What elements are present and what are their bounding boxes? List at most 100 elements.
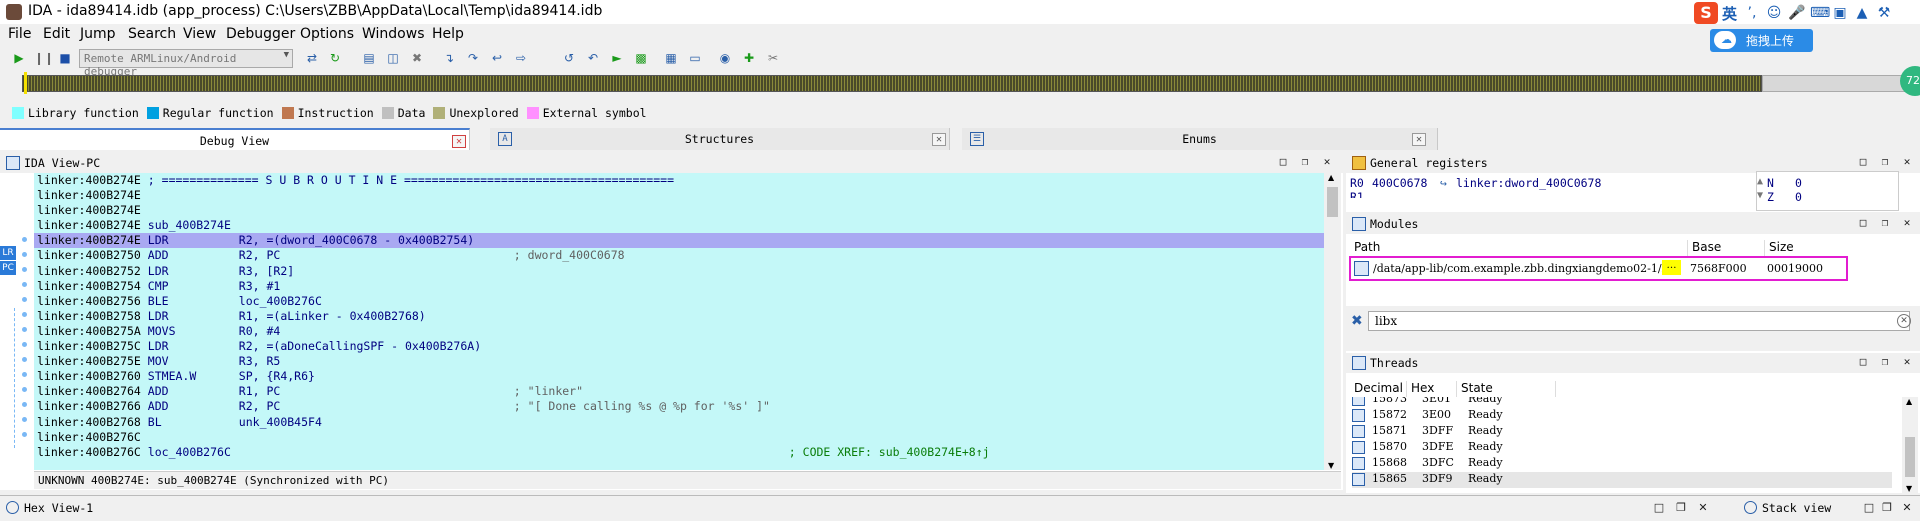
line-mnemonic[interactable]: MOV — [148, 354, 239, 369]
column-header-base[interactable]: Base — [1687, 240, 1721, 256]
modules-icon[interactable]: ▦ — [662, 49, 680, 67]
disasm-line[interactable]: linker:400B2752 LDR R3, [R2] — [34, 264, 1324, 279]
restore-icon[interactable]: ❐ — [1878, 155, 1892, 169]
float-icon[interactable]: □ — [1856, 216, 1870, 230]
line-operands[interactable]: R0, #4 — [239, 324, 281, 339]
column-header-hex[interactable]: Hex — [1406, 381, 1434, 397]
step-back-icon[interactable]: ↶ — [584, 49, 602, 67]
register-row[interactable]: R0 400C0678 ↪ linker:dword_400C0678 — [1350, 176, 1601, 190]
keyboard-icon[interactable]: ⌨ — [1810, 5, 1830, 21]
column-header-state[interactable]: State — [1456, 381, 1556, 397]
disasm-line[interactable]: linker:400B2760 STMEA.W SP, {R4,R6} — [34, 369, 1324, 384]
navigation-band[interactable] — [10, 72, 1920, 96]
detach-icon[interactable]: ↻ — [326, 49, 344, 67]
line-mnemonic[interactable]: STMEA.W — [148, 369, 239, 384]
add-watch-icon[interactable]: ✚ — [740, 49, 758, 67]
disasm-line[interactable]: linker:400B274E sub_400B274E — [34, 218, 1324, 233]
menu-jump[interactable]: Jump — [80, 26, 116, 42]
register-row[interactable]: R1 00000000 — [1350, 190, 1364, 198]
line-operands[interactable]: R3, R5 — [239, 354, 281, 369]
debugger-select[interactable]: Remote ARMLinux/Android debugger ▼ — [79, 49, 293, 78]
line-operands[interactable]: SP, {R4,R6} — [239, 369, 315, 384]
binoculars-icon[interactable]: ◉ — [716, 49, 734, 67]
nav-cursor[interactable] — [24, 72, 27, 94]
disasm-line[interactable]: linker:400B2764 ADD R1, PC; "linker" — [34, 384, 1324, 399]
line-operands[interactable]: R2, =(aDoneCallingSPF - 0x400B276A) — [239, 339, 481, 354]
clear-filter-icon[interactable]: ✕ — [1897, 314, 1911, 328]
column-header-size[interactable]: Size — [1764, 240, 1794, 256]
line-mnemonic[interactable]: BLE — [148, 294, 239, 309]
line-mnemonic[interactable]: LDR — [148, 233, 239, 248]
threads-list[interactable]: 15873 3E01 Ready 15872 3E00 Ready 15871 3DFF R… — [1346, 397, 1898, 493]
restore-icon[interactable]: ❐ — [1878, 216, 1892, 230]
tab-structures[interactable]: A Structures ✕ — [490, 128, 950, 150]
wrench-icon[interactable]: ⚒ — [1876, 5, 1892, 21]
disasm-line[interactable]: linker:400B2756 BLE loc_400B276C — [34, 294, 1324, 309]
restore-icon[interactable]: ❐ — [1878, 355, 1892, 369]
line-mnemonic[interactable]: ADD — [148, 399, 239, 414]
menu-help[interactable]: Help — [432, 26, 464, 42]
disasm-line[interactable]: linker:400B2750 ADD R2, PC; dword_400C067… — [34, 248, 1324, 263]
flag-value[interactable]: 0 — [1795, 176, 1802, 190]
disasm-line[interactable]: linker:400B276C loc_400B276C ; CODE XREF:… — [34, 445, 1324, 460]
menu-windows[interactable]: Windows — [362, 26, 425, 42]
close-icon[interactable]: ✕ — [1900, 501, 1914, 515]
skin-icon[interactable]: ▣ — [1832, 5, 1848, 21]
disasm-line[interactable]: linker:400B2768 BL unk_400B45F4 — [34, 415, 1324, 430]
disasm-line[interactable]: linker:400B275C LDR R2, =(aDoneCallingSPF… — [34, 339, 1324, 354]
sogou-logo-icon[interactable]: S — [1694, 2, 1718, 24]
float-icon[interactable]: □ — [1652, 501, 1666, 515]
disasm-line[interactable]: linker:400B275A MOVS R0, #4 — [34, 324, 1324, 339]
line-mnemonic[interactable]: LDR — [148, 339, 239, 354]
close-icon[interactable]: ✕ — [1900, 216, 1914, 230]
disasm-line[interactable]: linker:400B2754 CMP R3, #1 — [34, 279, 1324, 294]
trace-icon[interactable]: ↺ — [560, 49, 578, 67]
close-icon[interactable]: ✕ — [1900, 155, 1914, 169]
flag-value[interactable]: 0 — [1795, 190, 1802, 204]
thread-row[interactable]: 15865 3DF9 Ready — [1352, 472, 1892, 488]
punctuation-icon[interactable]: ’, — [1744, 5, 1760, 21]
tab-enums[interactable]: ☰ Enums ✕ — [962, 128, 1438, 150]
restore-icon[interactable]: ❐ — [1674, 501, 1688, 515]
menu-search[interactable]: Search — [128, 26, 176, 42]
shirt-icon[interactable]: ▲ — [1854, 5, 1870, 21]
module-row[interactable]: /data/app-lib/com.example.zbb.dingxiangd… — [1349, 256, 1848, 281]
line-operands[interactable]: R2, =(dword_400C0678 - 0x400B2754) — [239, 233, 474, 248]
menu-options[interactable]: Options — [300, 26, 354, 42]
terminate-process-icon[interactable]: ■ — [56, 49, 74, 67]
disasm-line[interactable]: linker:400B2766 ADD R2, PC; "[ Done calli… — [34, 399, 1324, 414]
step-over-icon[interactable]: ↷ — [464, 49, 482, 67]
line-operands[interactable]: R2, PC — [239, 399, 514, 414]
run-to-cursor-icon[interactable]: ⇨ — [512, 49, 530, 67]
scroll-up-icon[interactable]: ▲ — [1906, 397, 1912, 406]
float-icon[interactable]: □ — [1856, 355, 1870, 369]
line-mnemonic[interactable]: LDR — [148, 264, 239, 279]
stack-view-title[interactable]: Stack view — [1762, 501, 1831, 515]
line-mnemonic[interactable]: BL — [148, 415, 239, 430]
threads-scrollbar[interactable]: ▲ ▼ — [1902, 397, 1918, 493]
register-ref[interactable]: linker:dword_400C0678 — [1456, 176, 1601, 190]
scroll-thumb[interactable] — [1905, 437, 1915, 477]
close-icon[interactable]: ✕ — [452, 135, 466, 148]
register-value[interactable]: 400C0678 — [1372, 176, 1427, 190]
float-icon[interactable]: □ — [1276, 155, 1290, 169]
close-icon[interactable]: ✕ — [932, 133, 946, 146]
close-icon[interactable]: ✕ — [1412, 133, 1426, 146]
start-process-icon[interactable]: ▶ — [10, 49, 28, 67]
restore-icon[interactable]: ❐ — [1880, 501, 1894, 515]
nav-band-strip[interactable] — [22, 75, 1762, 92]
menu-debugger[interactable]: Debugger — [226, 26, 295, 42]
menu-edit[interactable]: Edit — [43, 26, 70, 42]
registers-icon[interactable]: ▩ — [632, 49, 650, 67]
line-operands[interactable]: R2, PC — [239, 248, 514, 263]
line-operands[interactable]: R1, PC — [239, 384, 514, 399]
disasm-line[interactable]: linker:400B274E — [34, 188, 1324, 203]
tab-debug-view[interactable]: Debug View ✕ — [0, 128, 470, 150]
menu-file[interactable]: File — [8, 26, 31, 42]
disasm-line[interactable]: linker:400B2758 LDR R1, =(aLinker - 0x400… — [34, 309, 1324, 324]
pause-process-icon[interactable]: ❙❙ — [34, 49, 54, 67]
chevron-down-icon[interactable]: ▼ — [1757, 190, 1763, 201]
vertical-scrollbar[interactable]: ▲ ▼ — [1324, 173, 1341, 470]
float-icon[interactable]: □ — [1856, 155, 1870, 169]
line-operands[interactable]: R3, #1 — [239, 279, 281, 294]
